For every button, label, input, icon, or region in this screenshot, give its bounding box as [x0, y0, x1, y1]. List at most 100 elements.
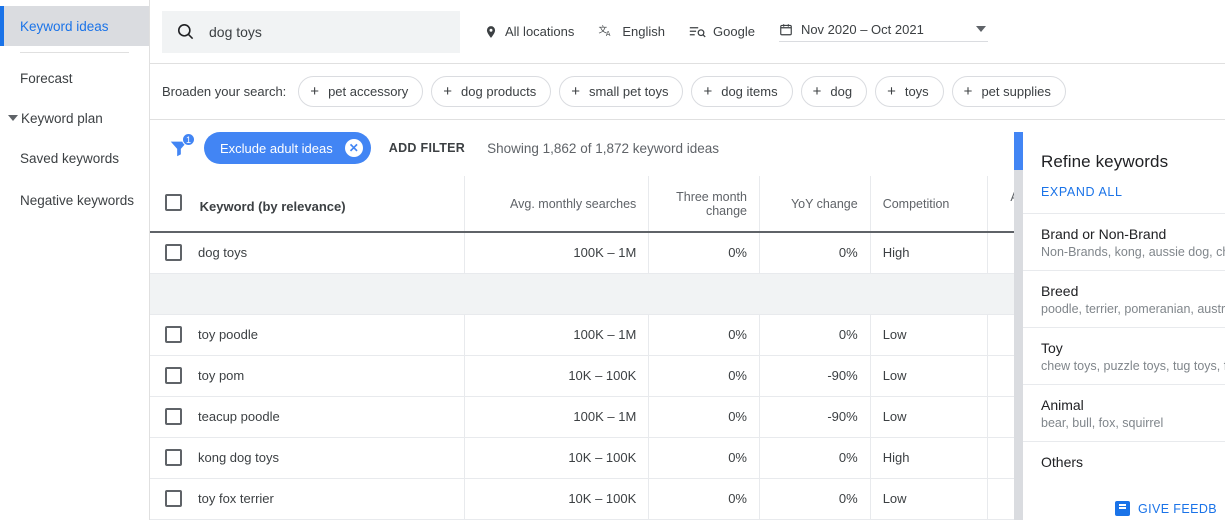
row-checkbox[interactable]	[165, 244, 182, 261]
keyword-cell-inner: toy poodle	[150, 326, 452, 343]
keyword-label: teacup poodle	[198, 409, 280, 424]
svg-text:A: A	[606, 30, 611, 38]
search-icon	[176, 22, 195, 41]
filter-icon-button[interactable]: 1	[162, 131, 196, 165]
cell-avg-monthly-searches: 100K – 1M	[465, 232, 649, 273]
select-all-checkbox-wrap	[150, 194, 196, 211]
cell-keyword: teacup poodle	[150, 396, 465, 437]
refine-section-title: Toy	[1041, 340, 1225, 356]
row-checkbox[interactable]	[165, 408, 182, 425]
sidebar-item-negative-keywords[interactable]: Negative keywords	[0, 178, 149, 224]
close-icon[interactable]: ✕	[345, 139, 363, 157]
row-checkbox-wrap	[150, 326, 196, 343]
sidebar-item-keyword-ideas[interactable]: Keyword ideas	[0, 6, 149, 46]
cell-keyword: toy poodle	[150, 314, 465, 355]
sidebar-divider	[20, 52, 129, 53]
column-header-label: Keyword (by relevance)	[200, 199, 346, 214]
broaden-chip-dog-products[interactable]: +dog products	[431, 76, 551, 107]
broaden-chip-dog-items[interactable]: +dog items	[691, 76, 792, 107]
filter-count-badge: 1	[182, 133, 195, 146]
cell-three-month-change: 0%	[649, 396, 760, 437]
sidebar-item-label: Forecast	[20, 71, 73, 86]
active-filter-chip[interactable]: Exclude adult ideas ✕	[204, 132, 371, 164]
chip-label: pet accessory	[328, 84, 408, 99]
cell-yoy-change: -90%	[759, 355, 870, 396]
keyword-cell-inner: kong dog toys	[150, 449, 452, 466]
keyword-planner-screen: Keyword ideas Forecast Keyword plan Save…	[0, 0, 1225, 520]
broaden-chip-small-pet-toys[interactable]: + small pet toys	[559, 76, 683, 107]
active-filter-label: Exclude adult ideas	[220, 141, 333, 156]
row-checkbox[interactable]	[165, 326, 182, 343]
sidebar-item-label: Keyword ideas	[20, 19, 109, 34]
plus-icon: +	[571, 84, 580, 99]
column-header-yoy-change[interactable]: YoY change	[759, 176, 870, 232]
translate-icon: 文 A	[598, 24, 615, 40]
sidebar-item-forecast[interactable]: Forecast	[0, 58, 149, 98]
chip-label: dog	[830, 84, 852, 99]
search-toolbar: dog toys All locations 文 A English	[150, 0, 1225, 64]
cell-three-month-change: 0%	[649, 314, 760, 355]
date-range-selector[interactable]: Nov 2020 – Oct 2021	[779, 22, 988, 42]
network-selector[interactable]: Google	[689, 24, 755, 39]
scrollbar-thumb[interactable]	[1014, 132, 1023, 170]
row-checkbox[interactable]	[165, 367, 182, 384]
expand-all-button[interactable]: EXPAND ALL	[1023, 172, 1225, 213]
cell-avg-monthly-searches: 10K – 100K	[465, 355, 649, 396]
column-header-competition[interactable]: Competition	[870, 176, 988, 232]
row-checkbox-wrap	[150, 408, 196, 425]
vertical-scrollbar[interactable]	[1014, 132, 1023, 520]
refine-section-subtitle: Non-Brands, kong, aussie dog, chuc	[1041, 245, 1225, 259]
chip-label: small pet toys	[589, 84, 668, 99]
broaden-chip-dog[interactable]: + dog	[801, 76, 867, 107]
location-selector[interactable]: All locations	[484, 24, 574, 40]
broaden-label: Broaden your search:	[162, 84, 286, 99]
refine-section-title: Brand or Non-Brand	[1041, 226, 1225, 242]
plus-icon: +	[813, 84, 822, 99]
refine-section-animal[interactable]: Animal bear, bull, fox, squirrel	[1023, 384, 1225, 441]
give-feedback-button[interactable]: GIVE FEEDB	[1107, 495, 1225, 520]
column-header-keyword[interactable]: Keyword (by relevance)	[150, 176, 465, 232]
row-checkbox[interactable]	[165, 490, 182, 507]
broaden-chip-toys[interactable]: +toys	[875, 76, 944, 107]
cell-avg-monthly-searches: 10K – 100K	[465, 478, 649, 519]
refine-section-brand-or-non-brand[interactable]: Brand or Non-Brand Non-Brands, kong, aus…	[1023, 213, 1225, 270]
keyword-label: toy poodle	[198, 327, 258, 342]
refine-section-subtitle: bear, bull, fox, squirrel	[1041, 416, 1225, 430]
column-header-avg-monthly-searches[interactable]: Avg. monthly searches	[465, 176, 649, 232]
give-feedback-label: GIVE FEEDB	[1138, 502, 1217, 516]
keyword-cell-inner: teacup poodle	[150, 408, 452, 425]
keyword-cell-inner: toy fox terrier	[150, 490, 452, 507]
sidebar-item-label: Negative keywords	[20, 193, 134, 209]
cell-yoy-change: -90%	[759, 396, 870, 437]
chip-label: toys	[905, 84, 929, 99]
broaden-chip-pet-accessory[interactable]: + pet accessory	[298, 76, 423, 107]
refine-section-title: Breed	[1041, 283, 1225, 299]
cell-avg-monthly-searches: 100K – 1M	[465, 314, 649, 355]
cell-yoy-change: 0%	[759, 232, 870, 273]
refine-section-toy[interactable]: Toy chew toys, puzzle toys, tug toys, fe…	[1023, 327, 1225, 384]
cell-competition: Low	[870, 314, 988, 355]
sidebar: Keyword ideas Forecast Keyword plan Save…	[0, 0, 150, 520]
cell-yoy-change: 0%	[759, 478, 870, 519]
refine-section-breed[interactable]: Breed poodle, terrier, pomeranian, austr…	[1023, 270, 1225, 327]
sidebar-item-saved-keywords[interactable]: Saved keywords	[0, 138, 149, 178]
refine-section-others[interactable]: Others	[1023, 441, 1225, 484]
cell-three-month-change: 0%	[649, 232, 760, 273]
keyword-label: toy pom	[198, 368, 244, 383]
search-input[interactable]: dog toys	[162, 11, 460, 53]
cell-three-month-change: 0%	[649, 355, 760, 396]
broaden-chip-pet-supplies[interactable]: +pet supplies	[952, 76, 1066, 107]
search-value: dog toys	[209, 24, 262, 40]
column-header-three-month-change[interactable]: Three month change	[649, 176, 760, 232]
select-all-checkbox[interactable]	[165, 194, 182, 211]
add-filter-button[interactable]: ADD FILTER	[389, 141, 465, 155]
refine-keywords-panel: Refine keywords EXPAND ALL Brand or Non-…	[1023, 132, 1225, 520]
cell-keyword: dog toys	[150, 232, 465, 273]
sidebar-item-keyword-plan[interactable]: Keyword plan	[0, 98, 149, 138]
chevron-down-icon	[8, 115, 18, 121]
cell-yoy-change: 0%	[759, 314, 870, 355]
language-selector[interactable]: 文 A English	[598, 24, 665, 40]
chip-label: dog products	[461, 84, 536, 99]
plus-icon: +	[310, 84, 319, 99]
row-checkbox[interactable]	[165, 449, 182, 466]
